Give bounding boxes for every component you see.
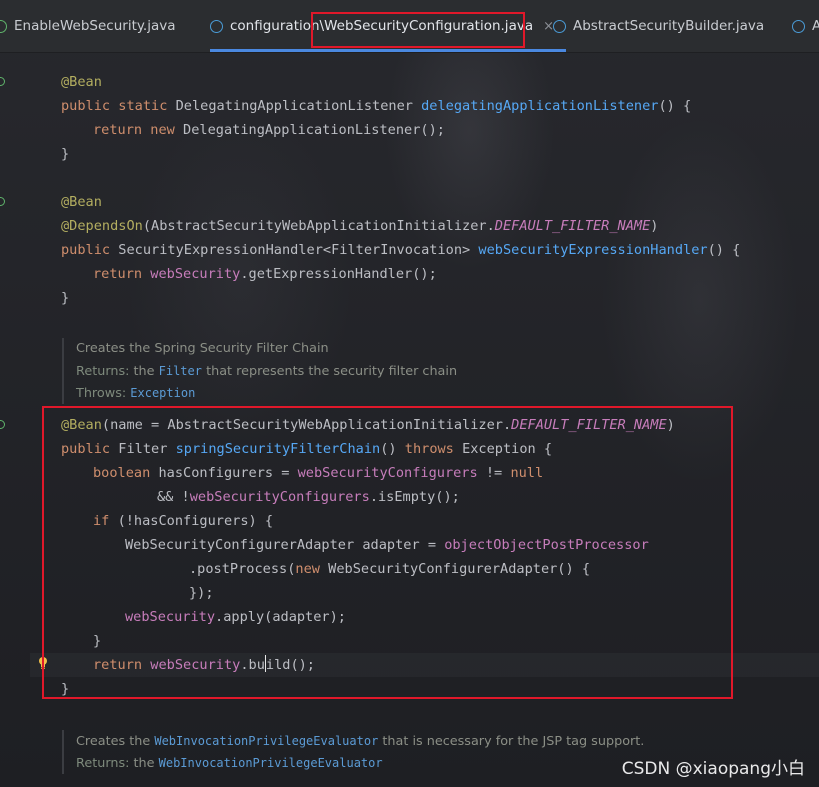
code-line: @DependsOn(AbstractSecurityWebApplicatio… <box>61 218 659 234</box>
code-line: }); <box>189 585 214 601</box>
code-line: return webSecurity.build(); <box>93 655 315 673</box>
code-line: } <box>61 146 70 162</box>
code-line: @Bean <box>61 194 102 210</box>
code-line: webSecurity.apply(adapter); <box>125 609 346 625</box>
doc-returns: Returns: the Filter that represents the … <box>76 364 458 379</box>
doc-link[interactable]: WebInvocationPrivilegeEvaluator <box>159 756 383 770</box>
doc-throws: Throws: Exception <box>76 386 196 401</box>
code-line: } <box>61 681 70 697</box>
code-line: if (!hasConfigurers) { <box>93 513 274 529</box>
code-line: return webSecurity.getExpressionHandler(… <box>93 266 437 282</box>
code-editor[interactable]: @Bean public static DelegatingApplicatio… <box>0 0 819 787</box>
code-line: return new DelegatingApplicationListener… <box>93 122 445 138</box>
code-line: boolean hasConfigurers = webSecurityConf… <box>93 465 544 481</box>
doc-link[interactable]: WebInvocationPrivilegeEvaluator <box>154 734 378 748</box>
code-line: public static DelegatingApplicationListe… <box>61 98 692 114</box>
watermark: CSDN @xiaopang小白 <box>621 759 805 779</box>
javadoc-filter-chain: Creates the Spring Security Filter Chain… <box>62 338 819 404</box>
lightbulb-icon[interactable] <box>38 656 48 670</box>
code-line: WebSecurityConfigurerAdapter adapter = o… <box>125 537 649 553</box>
doc-link[interactable]: Exception <box>130 386 195 400</box>
code-line: .postProcess(new WebSecurityConfigurerAd… <box>189 561 591 577</box>
code-line: @Bean <box>61 74 102 90</box>
code-line: @Bean(name = AbstractSecurityWebApplicat… <box>61 417 675 433</box>
code-line: && !webSecurityConfigurers.isEmpty(); <box>157 489 460 505</box>
code-line: public SecurityExpressionHandler<FilterI… <box>61 242 741 258</box>
code-line: } <box>93 633 102 649</box>
doc-summary: Creates the Spring Security Filter Chain <box>76 341 329 356</box>
code-line: } <box>61 290 70 306</box>
doc-summary: Creates the WebInvocationPrivilegeEvalua… <box>76 734 645 749</box>
code-line: public Filter springSecurityFilterChain(… <box>61 441 553 457</box>
doc-link[interactable]: Filter <box>159 364 202 378</box>
